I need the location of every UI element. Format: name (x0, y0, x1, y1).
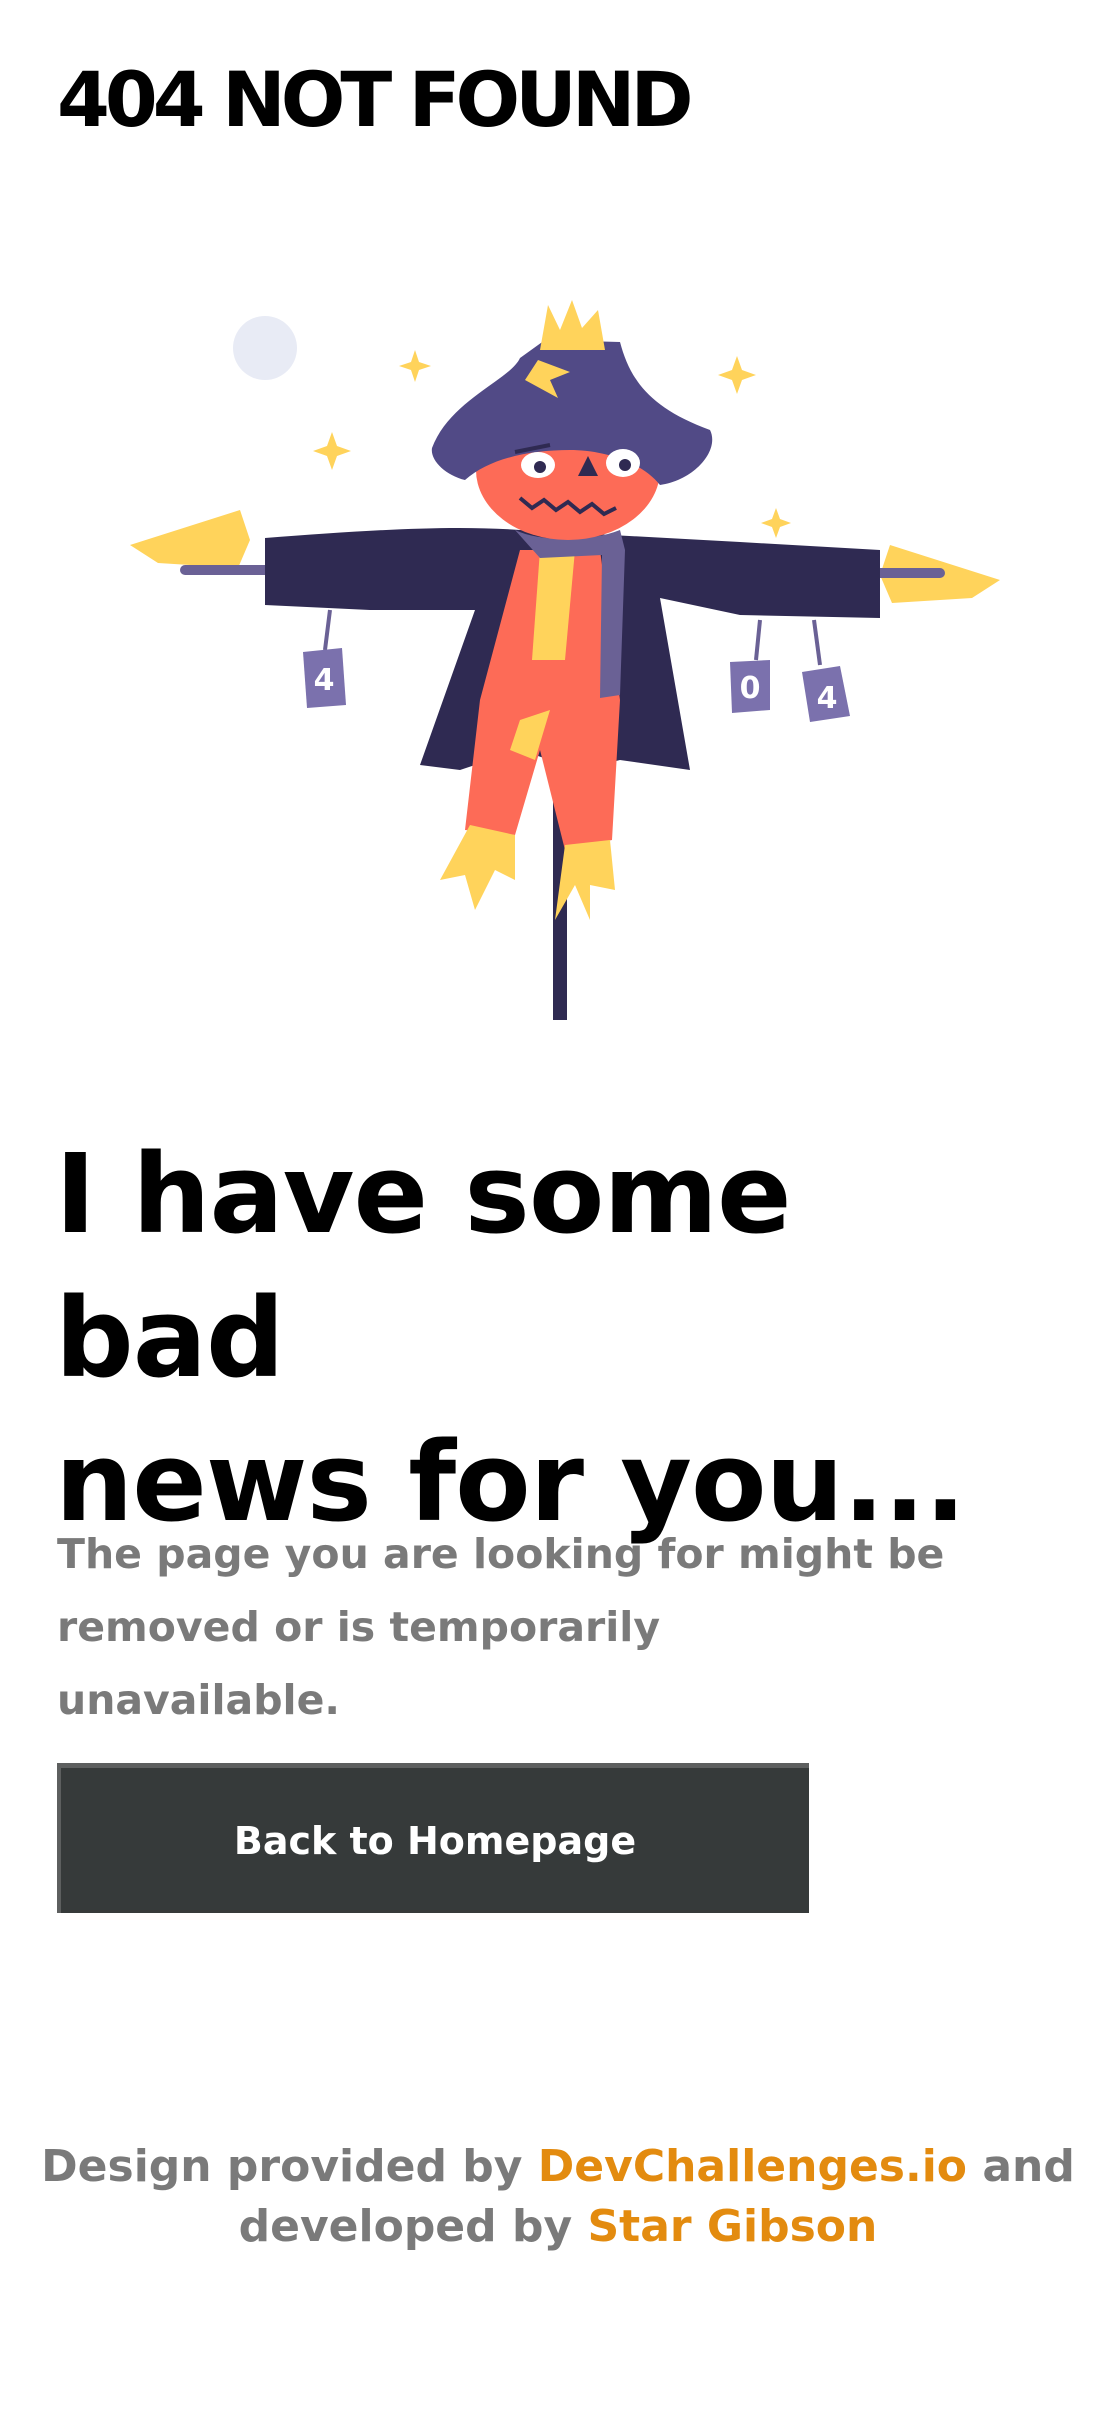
brand-title: 404 NOT FOUND (57, 55, 694, 144)
error-description: The page you are looking for might be re… (57, 1518, 957, 1737)
sparkle-icon (761, 508, 791, 538)
footer-line2-prefix: developed by (238, 2201, 573, 2252)
sparkle-icon (313, 432, 351, 470)
footer-middle: and (982, 2141, 1075, 2192)
sparkle-icon (718, 356, 756, 394)
error-headline: I have some bad news for you... (55, 1122, 1055, 1554)
headline-line-1: I have some bad (55, 1130, 792, 1402)
sparkle-icon (399, 350, 431, 382)
can-label: 0 (740, 671, 761, 706)
moon-icon (233, 316, 297, 380)
can-label: 4 (314, 663, 335, 698)
devchallenges-link[interactable]: DevChallenges.io (538, 2141, 967, 2192)
footer-credits: Design provided by DevChallenges.io and … (0, 2137, 1116, 2257)
description-line-1: The page you are looking for might be (57, 1530, 945, 1578)
scarecrow-illustration: 4 0 4 (120, 280, 1010, 1020)
author-link[interactable]: Star Gibson (587, 2201, 877, 2252)
back-to-homepage-button[interactable]: Back to Homepage (57, 1763, 809, 1913)
footer-prefix: Design provided by (41, 2141, 523, 2192)
can-label: 4 (817, 681, 838, 716)
description-line-2: removed or is temporarily unavailable. (57, 1603, 661, 1724)
